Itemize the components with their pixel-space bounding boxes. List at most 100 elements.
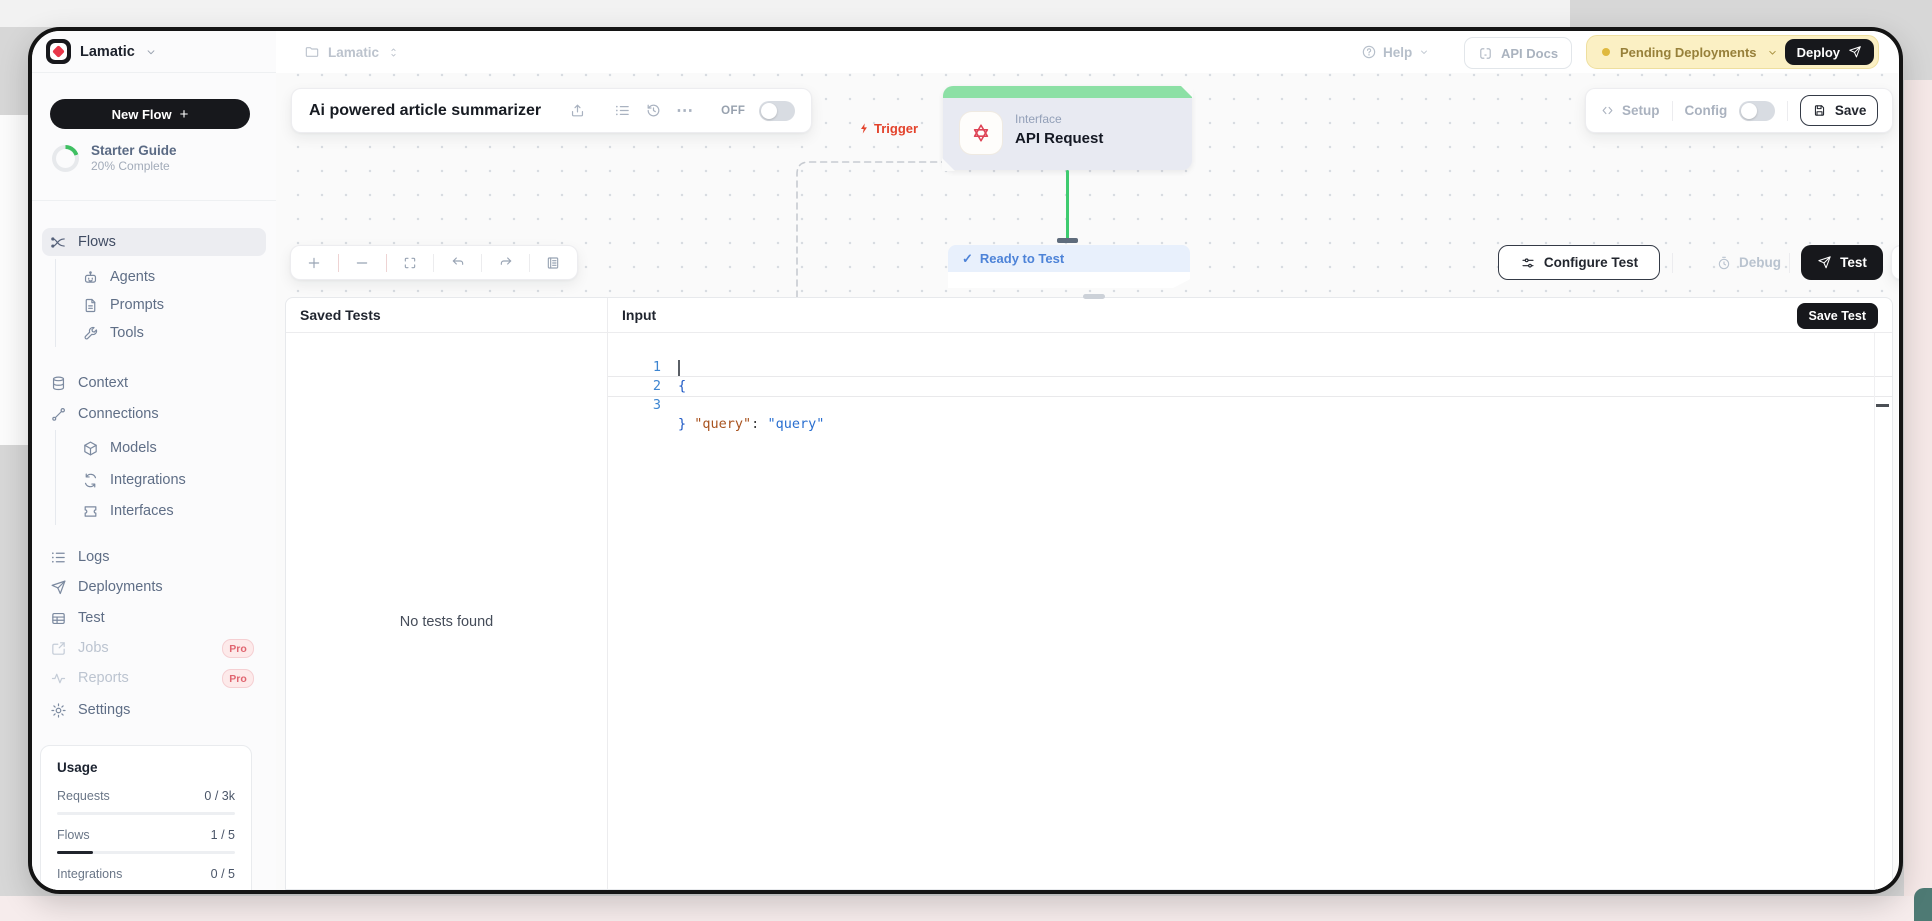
node-status-bar <box>943 86 1192 98</box>
pro-badge-jobs: Pro <box>222 639 254 658</box>
deploy-button[interactable]: Deploy <box>1785 39 1874 65</box>
sidebar-item-flows[interactable]: Flows <box>42 228 266 256</box>
background-fragment-top <box>0 0 1570 27</box>
pending-deployments-dropdown[interactable]: Pending Deployments Deploy <box>1586 35 1879 69</box>
divider <box>1672 101 1673 121</box>
debug-button[interactable]: Debug <box>1716 245 1781 280</box>
sidebar-item-models[interactable]: Models <box>42 434 266 462</box>
fit-view-button[interactable] <box>398 251 422 275</box>
starter-guide[interactable]: Starter Guide 20% Complete <box>52 143 177 174</box>
sidebar-item-prompts[interactable]: Prompts <box>42 291 266 319</box>
chevron-down-icon <box>1766 46 1779 59</box>
help-circle-icon <box>1361 44 1377 60</box>
edge-connector-handle[interactable] <box>1057 238 1078 243</box>
node-api-request[interactable]: Interface API Request <box>943 86 1192 170</box>
background-fragment-corner <box>1914 888 1932 921</box>
chevron-down-icon <box>1418 46 1430 58</box>
sidebar-item-label: Flows <box>78 234 116 250</box>
sidebar-item-label: Jobs <box>78 640 109 656</box>
topbar: Lamatic Help API Docs Pending Deployment… <box>276 31 1898 74</box>
sidebar-item-connections[interactable]: Connections <box>42 400 266 428</box>
robot-icon <box>82 269 99 286</box>
gear-icon <box>50 702 67 719</box>
sliders-icon <box>1520 255 1536 271</box>
help-menu[interactable]: Help <box>1361 31 1430 73</box>
sidebar-item-agents[interactable]: Agents <box>42 263 266 291</box>
molecule-icon <box>50 406 67 423</box>
workspace-name: Lamatic <box>80 44 135 60</box>
debug-label: Debug <box>1739 255 1781 270</box>
json-input-editor[interactable]: 1 { 2 "query": "query" 3 } <box>608 333 1892 889</box>
sidebar-item-test[interactable]: Test <box>42 604 266 632</box>
node-corner-cut <box>1180 85 1193 98</box>
sidebar-item-label: Logs <box>78 549 109 565</box>
bolt-icon <box>858 122 871 135</box>
sidebar-item-label: Deployments <box>78 579 163 595</box>
progress-ring <box>52 145 79 172</box>
usage-row-flows: Flows 1 / 5 <box>57 828 235 842</box>
share-icon[interactable] <box>569 102 586 119</box>
pending-deployments-label: Pending Deployments <box>1620 45 1757 60</box>
app-window: Lamatic New Flow + Starter Guide 20% Com… <box>28 27 1903 894</box>
database-icon <box>50 375 67 392</box>
brackets-icon <box>1478 46 1493 61</box>
zoom-out-button[interactable] <box>350 251 374 275</box>
ticket-icon <box>82 503 99 520</box>
pro-badge-reports: Pro <box>222 669 254 688</box>
sidebar-item-label: Reports <box>78 670 129 686</box>
usage-title: Usage <box>57 760 235 775</box>
sidebar-item-context[interactable]: Context <box>42 369 266 397</box>
editor-gutter-line <box>1874 333 1875 889</box>
sidebar-item-label: Connections <box>78 406 159 422</box>
divider <box>529 254 530 272</box>
divider <box>1672 253 1673 273</box>
flow-enable-toggle[interactable] <box>759 101 795 121</box>
test-button[interactable]: Test <box>1801 245 1883 280</box>
sidebar-item-tools[interactable]: Tools <box>42 319 266 347</box>
sidebar-item-interfaces[interactable]: Interfaces <box>42 497 266 525</box>
usage-bar-flows <box>57 851 235 854</box>
input-header: Input <box>608 298 1892 333</box>
wrench-icon <box>82 325 99 342</box>
undo-button[interactable] <box>446 251 470 275</box>
sidebar-item-label: Integrations <box>110 472 186 488</box>
saved-tests-panel: Saved Tests No tests found <box>286 298 608 889</box>
plus-icon: + <box>180 106 189 123</box>
sidebar-item-label: Test <box>78 610 105 626</box>
configure-test-button[interactable]: Configure Test <box>1498 245 1660 280</box>
workspace-switcher[interactable]: Lamatic <box>32 31 276 73</box>
sidebar-item-integrations[interactable]: Integrations <box>42 466 266 494</box>
sidebar-item-settings[interactable]: Settings <box>42 696 266 724</box>
new-flow-button[interactable]: New Flow + <box>50 99 250 129</box>
panel-resize-handle[interactable] <box>1083 294 1105 299</box>
save-test-button[interactable]: Save Test <box>1797 303 1878 329</box>
node-result-area <box>948 272 1190 288</box>
setup-button[interactable]: Setup <box>1600 103 1660 118</box>
send-icon <box>1817 255 1832 270</box>
sidebar-item-deployments[interactable]: Deployments <box>42 573 266 601</box>
list-icon[interactable] <box>614 102 631 119</box>
divider <box>481 254 482 272</box>
sidebar: Lamatic New Flow + Starter Guide 20% Com… <box>32 31 277 890</box>
more-options-icon[interactable]: ⋯ <box>676 101 693 121</box>
api-docs-button[interactable]: API Docs <box>1464 37 1572 69</box>
breadcrumb[interactable]: Lamatic <box>304 31 400 73</box>
config-toggle[interactable] <box>1739 101 1775 121</box>
flow-title-card: Ai powered article summarizer ⋯ OFF <box>291 88 812 133</box>
node-type-label: Interface <box>1015 112 1062 126</box>
node-output-edge <box>1066 170 1069 243</box>
redo-button[interactable] <box>494 251 518 275</box>
divider <box>386 254 387 272</box>
save-button[interactable]: Save <box>1800 95 1878 126</box>
usage-bar-requests <box>57 812 235 815</box>
background-fragment-right <box>1904 80 1932 896</box>
test-label: Test <box>1840 255 1867 270</box>
sidebar-divider <box>32 200 276 201</box>
notes-button[interactable] <box>541 251 565 275</box>
zoom-in-button[interactable] <box>302 251 326 275</box>
sidebar-item-logs[interactable]: Logs <box>42 543 266 571</box>
test-options-dropdown[interactable] <box>1891 245 1903 280</box>
save-label: Save <box>1835 103 1867 118</box>
history-icon[interactable] <box>645 102 662 119</box>
save-test-label: Save Test <box>1809 309 1866 323</box>
